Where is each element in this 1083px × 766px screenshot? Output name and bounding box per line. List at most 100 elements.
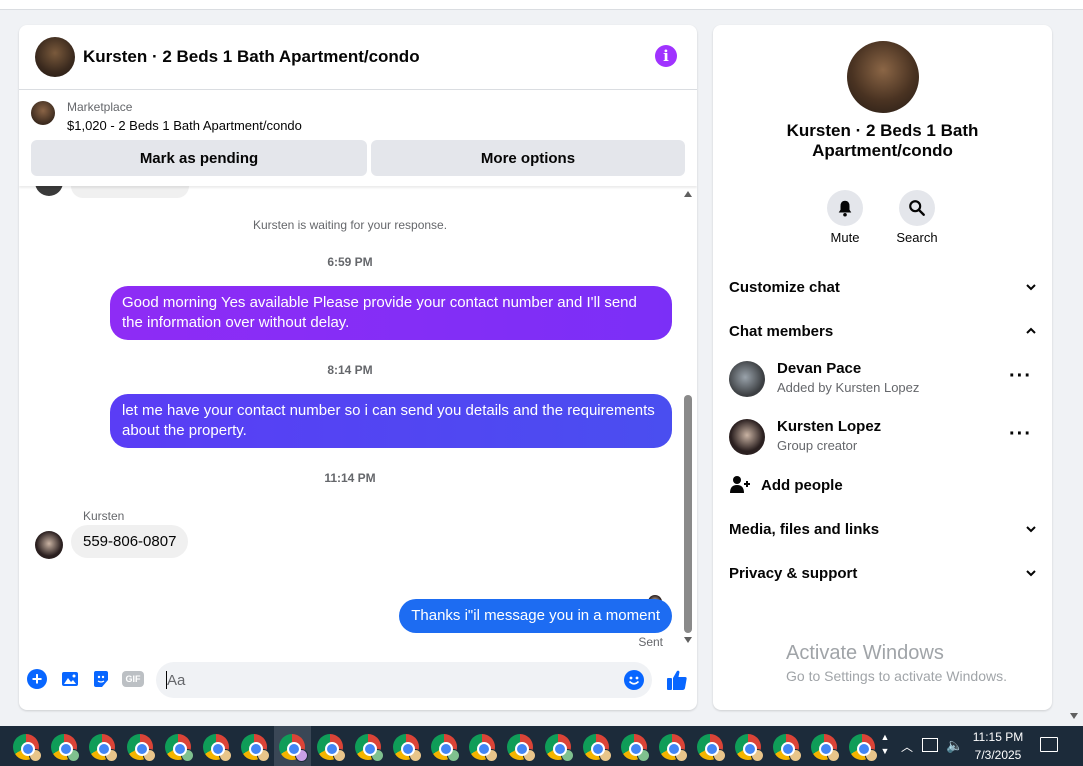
chrome-taskbar-icon[interactable]	[431, 734, 460, 762]
profile-badge-icon	[105, 749, 118, 762]
message-bubble-outgoing[interactable]: let me have your contact number so i can…	[110, 394, 672, 448]
chat-members-row[interactable]: Chat members	[729, 313, 1036, 349]
browser-top-strip	[0, 0, 1083, 10]
profile-badge-icon	[751, 749, 764, 762]
more-options-button[interactable]: More options	[371, 140, 685, 176]
thumbs-up-icon[interactable]	[665, 668, 689, 692]
profile-badge-icon	[409, 749, 422, 762]
member-subtitle: Group creator	[777, 438, 858, 453]
chevron-up-icon	[1026, 327, 1036, 334]
profile-badge-icon	[371, 749, 384, 762]
add-people-label: Add people	[761, 476, 843, 494]
marketplace-label: Marketplace	[67, 100, 133, 114]
more-options-icon[interactable]: ···	[1009, 423, 1032, 446]
message-bubble-outgoing[interactable]: Thanks i"il message you in a moment	[399, 599, 672, 633]
emoji-icon[interactable]	[624, 670, 644, 690]
profile-badge-icon	[447, 749, 460, 762]
gif-icon[interactable]: GIF	[122, 671, 144, 687]
profile-badge-icon	[29, 749, 42, 762]
chrome-taskbar-icon[interactable]	[621, 734, 650, 762]
timestamp: 6:59 PM	[327, 255, 373, 269]
sticker-icon[interactable]	[91, 669, 111, 689]
message-status: Sent	[638, 635, 663, 649]
chrome-taskbar-icon[interactable]	[545, 734, 574, 762]
photo-icon[interactable]	[60, 669, 80, 689]
listing-thumbnail[interactable]	[31, 101, 55, 125]
message-bubble-outgoing[interactable]: Good morning Yes available Please provid…	[110, 286, 672, 340]
profile-badge-icon	[485, 749, 498, 762]
chrome-taskbar-icon[interactable]	[811, 734, 840, 762]
chrome-taskbar-icon[interactable]	[773, 734, 802, 762]
chrome-taskbar-icon[interactable]	[583, 734, 612, 762]
add-people-button[interactable]: Add people	[729, 471, 843, 499]
clock-time: 11:15 PM	[972, 730, 1024, 744]
member-avatar[interactable]	[729, 361, 765, 397]
chrome-taskbar-icon[interactable]	[355, 734, 384, 762]
notification-icon[interactable]	[1040, 737, 1058, 752]
listing-title[interactable]: $1,020 - 2 Beds 1 Bath Apartment/condo	[67, 118, 302, 133]
chrome-taskbar-icon[interactable]	[469, 734, 498, 762]
chrome-taskbar-icon[interactable]	[659, 734, 688, 762]
sender-avatar[interactable]	[35, 531, 63, 559]
media-files-links-row[interactable]: Media, files and links	[729, 511, 1036, 547]
scrollbar-thumb[interactable]	[684, 395, 692, 633]
chat-panel: Kursten · 2 Beds 1 Bath Apartment/condo …	[19, 25, 697, 710]
profile-badge-icon	[637, 749, 650, 762]
chrome-taskbar-icon[interactable]	[241, 734, 270, 762]
chrome-taskbar-icon[interactable]	[203, 734, 232, 762]
timestamp: 8:14 PM	[327, 363, 373, 377]
network-icon[interactable]	[922, 738, 938, 752]
plus-icon[interactable]: +	[27, 669, 47, 689]
avatar	[35, 186, 63, 196]
message-bubble-partial	[71, 186, 189, 198]
system-note: Kursten is waiting for your response.	[252, 218, 448, 232]
chrome-taskbar-icon[interactable]	[279, 734, 308, 762]
more-options-icon[interactable]: ···	[1009, 365, 1032, 388]
chrome-taskbar-icon[interactable]	[127, 734, 156, 762]
message-list[interactable]: Kursten is waiting for your response. 6:…	[19, 186, 697, 651]
chrome-taskbar-icon[interactable]	[89, 734, 118, 762]
conversation-avatar[interactable]	[35, 37, 75, 77]
taskbar-clock[interactable]: 11:15 PM 7/3/2025	[958, 728, 1038, 764]
taskbar-overflow-arrows[interactable]: ▲ ▼	[876, 726, 894, 766]
message-input-placeholder: Aa	[167, 672, 186, 689]
chrome-taskbar-icon[interactable]	[165, 734, 194, 762]
scroll-up-arrow[interactable]	[684, 191, 692, 197]
chrome-taskbar-icon[interactable]	[849, 734, 878, 762]
search-button[interactable]	[899, 190, 935, 226]
media-files-links-label: Media, files and links	[729, 520, 880, 538]
taskbar: ▲ ▼ ︿ 🔈	[0, 726, 1083, 766]
show-hidden-icons-icon[interactable]: ︿	[901, 738, 913, 755]
watermark-title: Activate Windows	[786, 642, 944, 664]
mute-label: Mute	[830, 230, 860, 245]
privacy-support-row[interactable]: Privacy & support	[729, 555, 1036, 591]
member-item[interactable]: Kursten Lopez Group creator ···	[729, 415, 1036, 459]
message-bubble-incoming[interactable]: 559-806-0807	[71, 525, 189, 558]
conversation-title[interactable]: Kursten · 2 Beds 1 Bath Apartment/condo	[83, 47, 420, 67]
chrome-taskbar-icon[interactable]	[507, 734, 536, 762]
profile-badge-icon	[523, 749, 536, 762]
member-subtitle: Added by Kursten Lopez	[777, 380, 920, 395]
chrome-taskbar-icon[interactable]	[735, 734, 764, 762]
info-icon[interactable]: i	[655, 45, 677, 67]
mark-as-pending-button[interactable]: Mark as pending	[31, 140, 367, 176]
chrome-taskbar-icon[interactable]	[393, 734, 422, 762]
customize-chat-row[interactable]: Customize chat	[729, 269, 1036, 305]
message-input[interactable]: Aa	[156, 662, 652, 698]
profile-badge-icon	[333, 749, 346, 762]
scroll-down-arrow[interactable]	[684, 637, 692, 643]
chrome-taskbar-icon[interactable]	[51, 734, 80, 762]
member-avatar[interactable]	[729, 419, 765, 455]
conversation-avatar-large[interactable]	[847, 41, 919, 113]
chrome-taskbar-icon[interactable]	[13, 734, 42, 762]
customize-chat-label: Customize chat	[729, 278, 840, 296]
member-name: Devan Pace	[777, 360, 862, 377]
sender-name: Kursten	[83, 509, 125, 523]
chrome-taskbar-icon[interactable]	[317, 734, 346, 762]
page-scroll-down-arrow[interactable]	[1070, 713, 1078, 719]
mute-button[interactable]	[827, 190, 863, 226]
bell-icon	[838, 200, 852, 217]
member-item[interactable]: Devan Pace Added by Kursten Lopez ···	[729, 357, 1036, 401]
composer: + GIF Aa	[19, 660, 697, 700]
chrome-taskbar-icon[interactable]	[697, 734, 726, 762]
